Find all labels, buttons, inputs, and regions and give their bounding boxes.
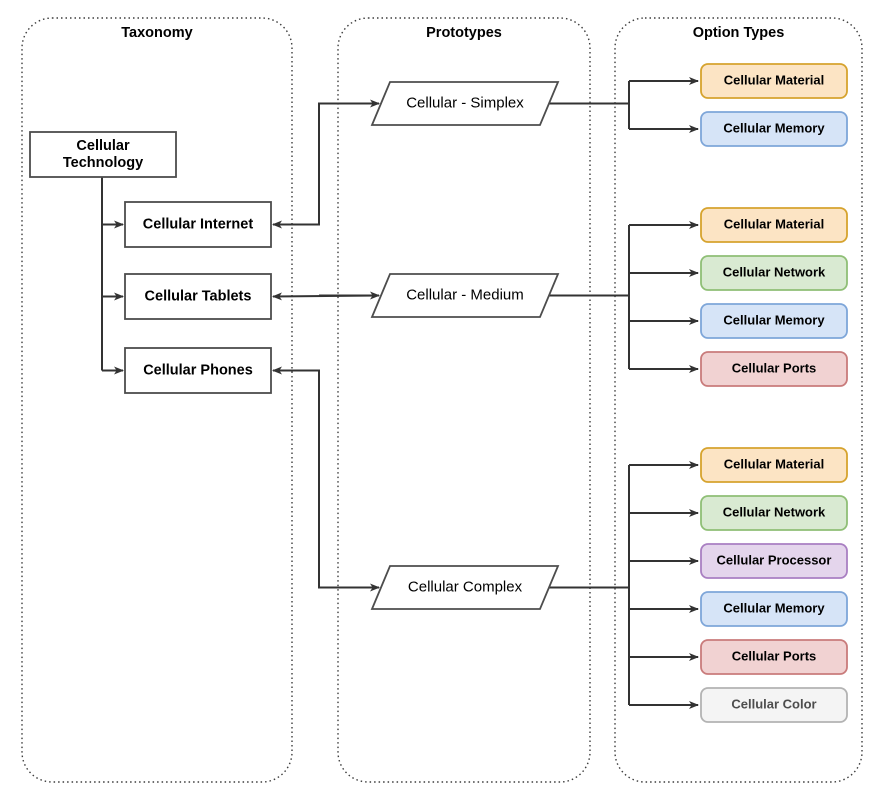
option-opt-memory-2[interactable]: Cellular Memory <box>700 303 848 339</box>
option-label-opt-processor-3: Cellular Processor <box>717 552 832 567</box>
swimlane-border-prototypes <box>337 17 591 783</box>
node-label-cellular-internet: Cellular Internet <box>143 216 254 232</box>
option-label-opt-memory-1: Cellular Memory <box>723 120 825 135</box>
option-opt-memory-1[interactable]: Cellular Memory <box>700 111 848 147</box>
edges-group-simplex <box>549 77 699 133</box>
node-cellular-simplex[interactable]: Cellular - Simplex <box>370 81 560 126</box>
option-opt-network-3[interactable]: Cellular Network <box>700 495 848 531</box>
diagram-nodes: Cellular Technology Cellular Internet Cellu… <box>29 63 848 723</box>
option-opt-ports-2[interactable]: Cellular Ports <box>700 351 848 387</box>
edge-cellular-complex-to-cellular-phones <box>272 366 379 589</box>
option-label-opt-color-3: Cellular Color <box>731 696 816 711</box>
taxonomy-prototypes-options-diagram: Taxonomy Prototypes Option Types Cellular T… <box>21 17 863 783</box>
node-label-cellular-simplex: Cellular - Simplex <box>406 94 524 111</box>
option-opt-material-3[interactable]: Cellular Material <box>700 447 848 483</box>
option-label-opt-ports-3: Cellular Ports <box>732 648 817 663</box>
option-opt-material-2[interactable]: Cellular Material <box>700 207 848 243</box>
swimlane-prototypes: Prototypes <box>337 17 591 783</box>
node-cellular-phones[interactable]: Cellular Phones <box>124 347 272 394</box>
option-label-opt-network-2: Cellular Network <box>723 264 826 279</box>
option-label-opt-material-1: Cellular Material <box>724 72 824 87</box>
node-cellular-technology[interactable]: Cellular Technology <box>29 131 177 178</box>
option-opt-memory-3[interactable]: Cellular Memory <box>700 591 848 627</box>
node-label-cellular-tablets: Cellular Tablets <box>145 288 252 304</box>
option-label-opt-material-2: Cellular Material <box>724 216 824 231</box>
option-opt-ports-3[interactable]: Cellular Ports <box>700 639 848 675</box>
node-cellular-complex[interactable]: Cellular Complex <box>370 565 560 610</box>
node-label-cellular-phones: Cellular Phones <box>143 362 253 378</box>
swimlane-title-prototypes: Prototypes <box>426 25 502 41</box>
edge-cellular-simplex-to-cellular-internet <box>272 102 379 229</box>
option-label-opt-network-3: Cellular Network <box>723 504 826 519</box>
node-cellular-internet[interactable]: Cellular Internet <box>124 201 272 248</box>
option-label-opt-memory-2: Cellular Memory <box>723 312 825 327</box>
node-label-cellular-medium: Cellular - Medium <box>406 286 524 303</box>
option-label-opt-material-3: Cellular Material <box>724 456 824 471</box>
swimlane-title-option_types: Option Types <box>693 25 785 41</box>
option-opt-material-1[interactable]: Cellular Material <box>700 63 848 99</box>
option-label-opt-ports-2: Cellular Ports <box>732 360 817 375</box>
option-opt-processor-3[interactable]: Cellular Processor <box>700 543 848 579</box>
node-cellular-medium[interactable]: Cellular - Medium <box>370 273 560 318</box>
diagram-root: Taxonomy Prototypes Option Types Cellular T… <box>0 0 874 798</box>
option-opt-color-3[interactable]: Cellular Color <box>700 687 848 723</box>
swimlane-title-taxonomy: Taxonomy <box>121 25 192 41</box>
node-cellular-tablets[interactable]: Cellular Tablets <box>124 273 272 320</box>
node-label-cellular-complex: Cellular Complex <box>408 578 523 595</box>
option-label-opt-memory-3: Cellular Memory <box>723 600 825 615</box>
edges-group-complex <box>549 461 699 709</box>
option-opt-network-2[interactable]: Cellular Network <box>700 255 848 291</box>
edges-group-medium <box>549 221 699 373</box>
